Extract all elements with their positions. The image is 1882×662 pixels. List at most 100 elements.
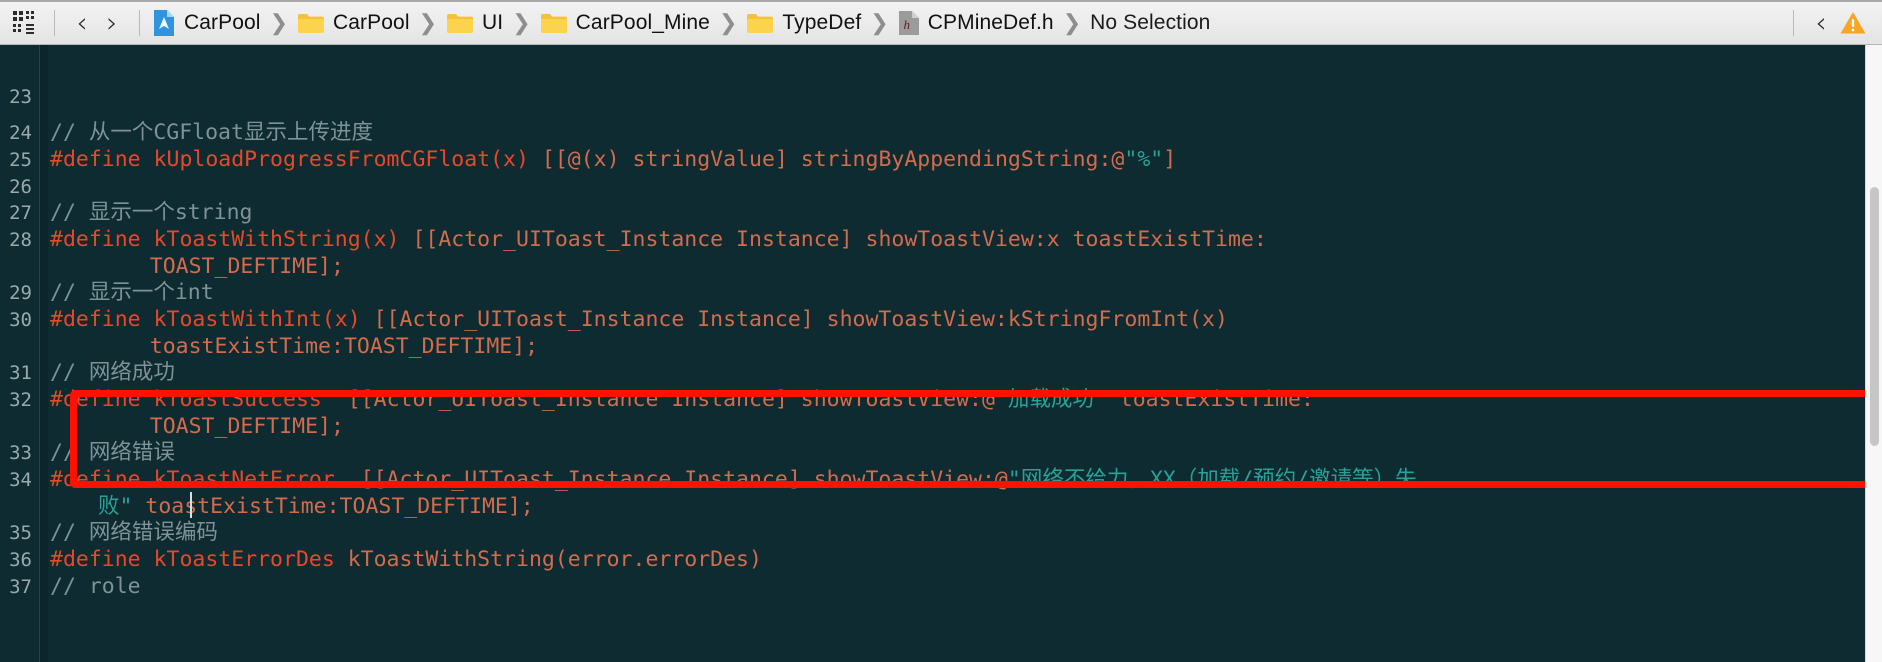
code-token-macro: #define — [50, 227, 154, 252]
code-token-macro: #define — [50, 387, 154, 412]
code-line: #define kUploadProgressFromCGFloat(x) [[… — [50, 147, 1177, 172]
line-number: 23 — [9, 86, 32, 108]
folder-icon — [447, 14, 474, 33]
line-number: 36 — [9, 549, 32, 571]
code-token-plain: toastExistTime: — [1106, 387, 1314, 412]
breadcrumb-item-group-ui[interactable]: UI — [446, 6, 503, 40]
code-token-cmt: // 网络错误编码 — [50, 520, 218, 545]
breadcrumb-item-file[interactable]: h CPMineDef.h — [898, 6, 1054, 40]
chevron-right-icon: › — [106, 6, 118, 39]
breadcrumb-item-label: UI — [482, 11, 504, 34]
navigate-back-button[interactable]: ‹ — [67, 6, 97, 40]
navigate-forward-button[interactable]: › — [97, 6, 127, 40]
code-token-plain: ] — [1163, 147, 1177, 172]
line-number: 30 — [9, 309, 32, 331]
line-number: 27 — [9, 202, 32, 224]
xcode-editor-window: ‹ › CarPool ❯ CarPool ❯ UI ❯ CarPool_Min… — [0, 0, 1882, 662]
folder-icon — [298, 14, 325, 33]
code-token-cmt: // 网络成功 — [50, 360, 175, 385]
code-token-macro: kUploadProgressFromCGFloat(x) — [153, 147, 529, 172]
breadcrumb-item-label: CarPool_Mine — [575, 11, 710, 34]
code-token-plain: [[@(x) stringValue] stringByAppendingStr… — [528, 147, 1125, 172]
source-editor[interactable]: 23 24 25 26 27 28 29 30 31 32 33 34 35 3… — [0, 45, 1882, 662]
chevron-left-icon: ‹ — [1815, 6, 1827, 39]
code-line: // 显示一个int — [50, 280, 214, 305]
code-line: 败" toastExistTime:TOAST_DEFTIME]; — [50, 494, 534, 519]
code-content-area[interactable]: // 从一个CGFloat显示上传进度 #define kUploadProgre… — [40, 45, 1882, 662]
code-token-plain: TOAST_DEFTIME]; — [98, 414, 344, 439]
jump-bar-divider-2 — [139, 10, 140, 36]
code-token-plain: [[Actor_UIToast_Instance Instance] showT… — [321, 387, 995, 412]
breadcrumb-item-label: CarPool — [184, 11, 261, 34]
code-token-str: 败" — [98, 494, 133, 519]
issue-warning-button[interactable] — [1836, 6, 1870, 40]
breadcrumb-separator: ❯ — [1062, 10, 1082, 36]
breadcrumb-item-project[interactable]: CarPool — [152, 6, 261, 40]
code-token-plain: toastExistTime:TOAST_DEFTIME]; — [98, 334, 539, 359]
breadcrumb-item-label: CarPool — [333, 11, 410, 34]
related-items-grid-icon[interactable] — [10, 6, 40, 40]
code-token-macro: kToastWithString(x) — [153, 227, 400, 252]
code-line: #define kToastWithString(x) [[Actor_UITo… — [50, 227, 1267, 252]
code-token-cmt: // 从一个CGFloat显示上传进度 — [50, 120, 373, 145]
breadcrumb: CarPool ❯ CarPool ❯ UI ❯ CarPool_Mine ❯ … — [152, 6, 1781, 40]
vertical-scrollbar[interactable] — [1865, 45, 1882, 662]
header-file-icon: h — [898, 11, 919, 35]
jump-bar-divider-3 — [1793, 10, 1794, 36]
breadcrumb-separator: ❯ — [718, 10, 738, 36]
folder-icon — [540, 14, 567, 33]
breadcrumb-item-group-typedef[interactable]: TypeDef — [746, 6, 861, 40]
code-line: // 从一个CGFloat显示上传进度 — [50, 120, 373, 145]
code-line: TOAST_DEFTIME]; — [50, 414, 344, 439]
breadcrumb-item-group-carpool[interactable]: CarPool — [297, 6, 410, 40]
code-token-plain: [[Actor_UIToast_Instance Instance] showT… — [360, 307, 1228, 332]
warning-triangle-icon — [1840, 12, 1866, 34]
breadcrumb-item-label: CPMineDef.h — [927, 11, 1054, 34]
text-caret — [190, 492, 192, 518]
code-line: // 网络错误 — [50, 440, 175, 465]
code-line: // 显示一个string — [50, 202, 253, 224]
line-number: 28 — [9, 229, 32, 251]
code-token-macro: kToastErrorDes — [153, 547, 335, 572]
folder-icon — [747, 14, 774, 33]
code-line: // 网络错误编码 — [50, 520, 218, 545]
code-token-macro: #define — [50, 307, 154, 332]
breadcrumb-separator: ❯ — [512, 10, 531, 36]
chevron-left-icon: ‹ — [76, 6, 88, 39]
code-token-plain: [[Actor_UIToast_Instance Instance] showT… — [334, 467, 1008, 492]
code-token-plain: [[Actor_UIToast_Instance Instance] showT… — [399, 227, 1267, 252]
code-line: // 网络成功 — [50, 360, 175, 385]
jump-bar: ‹ › CarPool ❯ CarPool ❯ UI ❯ CarPool_Min… — [0, 0, 1882, 45]
line-number: 37 — [9, 576, 32, 598]
code-line: toastExistTime:TOAST_DEFTIME]; — [50, 334, 539, 359]
code-token-cmt: // role — [50, 574, 141, 599]
line-number: 33 — [9, 442, 32, 464]
code-token-str: "网络不给力，XX（加载/预约/邀请等）失 — [1007, 467, 1417, 492]
code-token-macro: #define — [50, 547, 154, 572]
breadcrumb-item-selection[interactable]: No Selection — [1090, 6, 1210, 40]
line-number: 34 — [9, 469, 32, 491]
vertical-scrollbar-thumb[interactable] — [1870, 186, 1879, 447]
code-line: // role — [50, 574, 141, 599]
code-token-macro: #define — [50, 467, 154, 492]
code-line: TOAST_DEFTIME]; — [50, 254, 344, 279]
code-token-plain: TOAST_DEFTIME]; — [98, 254, 344, 279]
code-token-plain: toastExistTime:TOAST_DEFTIME]; — [132, 494, 534, 519]
code-line: #define kToastNetError [[Actor_UIToast_I… — [50, 467, 1417, 492]
line-number: 24 — [9, 122, 32, 144]
line-number: 35 — [9, 522, 32, 544]
line-number-gutter: 23 24 25 26 27 28 29 30 31 32 33 34 35 3… — [0, 45, 40, 662]
code-token-cmt: // 显示一个int — [50, 280, 214, 305]
line-number: 32 — [9, 389, 32, 411]
breadcrumb-separator: ❯ — [418, 10, 438, 36]
breadcrumb-item-group-carpool-mine[interactable]: CarPool_Mine — [540, 6, 710, 40]
hide-assistant-button[interactable]: ‹ — [1806, 6, 1836, 40]
code-line: #define kToastWithInt(x) [[Actor_UIToast… — [50, 307, 1228, 332]
svg-text:h: h — [903, 17, 910, 32]
jump-bar-divider-1 — [54, 10, 55, 36]
code-token-str: "%" — [1124, 147, 1164, 172]
xcode-project-icon — [154, 10, 174, 36]
breadcrumb-item-label: No Selection — [1090, 11, 1211, 34]
code-line: #define kToastSuccess [[Actor_UIToast_In… — [50, 387, 1314, 412]
code-token-cmt: // 网络错误 — [50, 440, 175, 465]
